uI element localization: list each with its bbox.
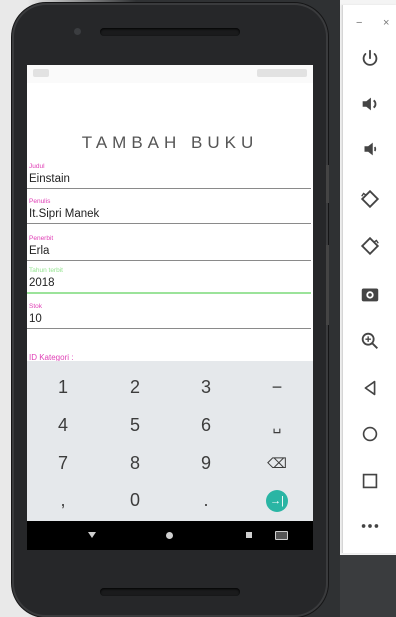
status-system-icons [257,69,307,77]
key-space[interactable]: ␣ [241,407,313,443]
penerbit-input[interactable]: Erla [27,243,311,259]
status-bar [27,65,313,83]
zoom-icon[interactable] [359,330,385,356]
stok-label: Stok [29,303,43,310]
judul-label: Judul [29,163,45,170]
nav-home-icon[interactable] [166,532,173,539]
device-screen: TAMBAH BUKU Judul Einstain Penulis It.Si… [27,65,313,550]
judul-underline [27,188,311,189]
power-icon[interactable] [359,48,385,74]
android-nav-bar [27,521,313,550]
key-backspace[interactable]: ⌫ [241,445,313,481]
tahun-terbit-label: Tahun terbit [29,267,63,274]
rotate-right-icon[interactable] [359,235,385,261]
home-icon[interactable] [359,423,385,449]
bottom-speaker [100,588,240,596]
key-comma[interactable]: , [27,482,99,518]
penulis-underline [27,223,311,224]
key-6[interactable]: 6 [170,407,242,443]
back-icon[interactable] [359,377,385,403]
key-period[interactable]: . [170,482,242,518]
key-5[interactable]: 5 [99,407,171,443]
status-notification-icons [33,69,49,77]
key-3[interactable]: 3 [170,369,242,405]
volume-up-icon[interactable] [359,93,385,119]
penulis-field[interactable]: Penulis It.Sipri Manek [27,198,311,224]
front-camera [74,28,81,35]
keyboard-switch-icon[interactable] [275,531,288,540]
camera-icon[interactable] [359,283,385,309]
numeric-keyboard: 1 2 3 − 4 5 6 ␣ 7 8 9 ⌫ , 0 . →| [27,361,313,521]
volume-side-button[interactable] [326,245,329,325]
more-icon[interactable] [359,515,385,541]
top-speaker [100,28,240,36]
key-0[interactable]: 0 [99,482,171,518]
page-title: TAMBAH BUKU [81,133,259,152]
key-7[interactable]: 7 [27,445,99,481]
tahun-terbit-field[interactable]: Tahun terbit 2018 [27,267,311,294]
key-2[interactable]: 2 [99,369,171,405]
key-9[interactable]: 9 [170,445,242,481]
nav-recent-icon[interactable] [246,532,252,538]
penerbit-field[interactable]: Penerbit Erla [27,235,311,261]
close-button[interactable]: × [383,17,389,29]
penulis-label: Penulis [29,198,51,205]
power-side-button[interactable] [326,165,329,203]
stok-underline [27,328,311,329]
penerbit-underline [27,260,311,261]
penulis-input[interactable]: It.Sipri Manek [27,206,311,222]
emulator-toolbar: − × [342,5,396,553]
key-next[interactable]: →| [241,482,313,518]
volume-down-icon[interactable] [359,138,385,164]
tahun-terbit-underline [27,292,311,294]
key-8[interactable]: 8 [99,445,171,481]
stok-input[interactable]: 10 [27,311,311,327]
overview-icon[interactable] [359,470,385,496]
stok-field[interactable]: Stok 10 [27,303,311,329]
minimize-button[interactable]: − [356,17,362,29]
penerbit-label: Penerbit [29,235,54,242]
nav-back-icon[interactable] [88,532,96,538]
judul-input[interactable]: Einstain [27,171,311,187]
key-4[interactable]: 4 [27,407,99,443]
key-1[interactable]: 1 [27,369,99,405]
judul-field[interactable]: Judul Einstain [27,163,311,189]
rotate-left-icon[interactable] [359,188,385,214]
desktop-background-strip [340,555,396,617]
next-icon: →| [266,490,288,513]
tahun-terbit-input[interactable]: 2018 [27,275,311,291]
key-minus[interactable]: − [241,369,313,405]
